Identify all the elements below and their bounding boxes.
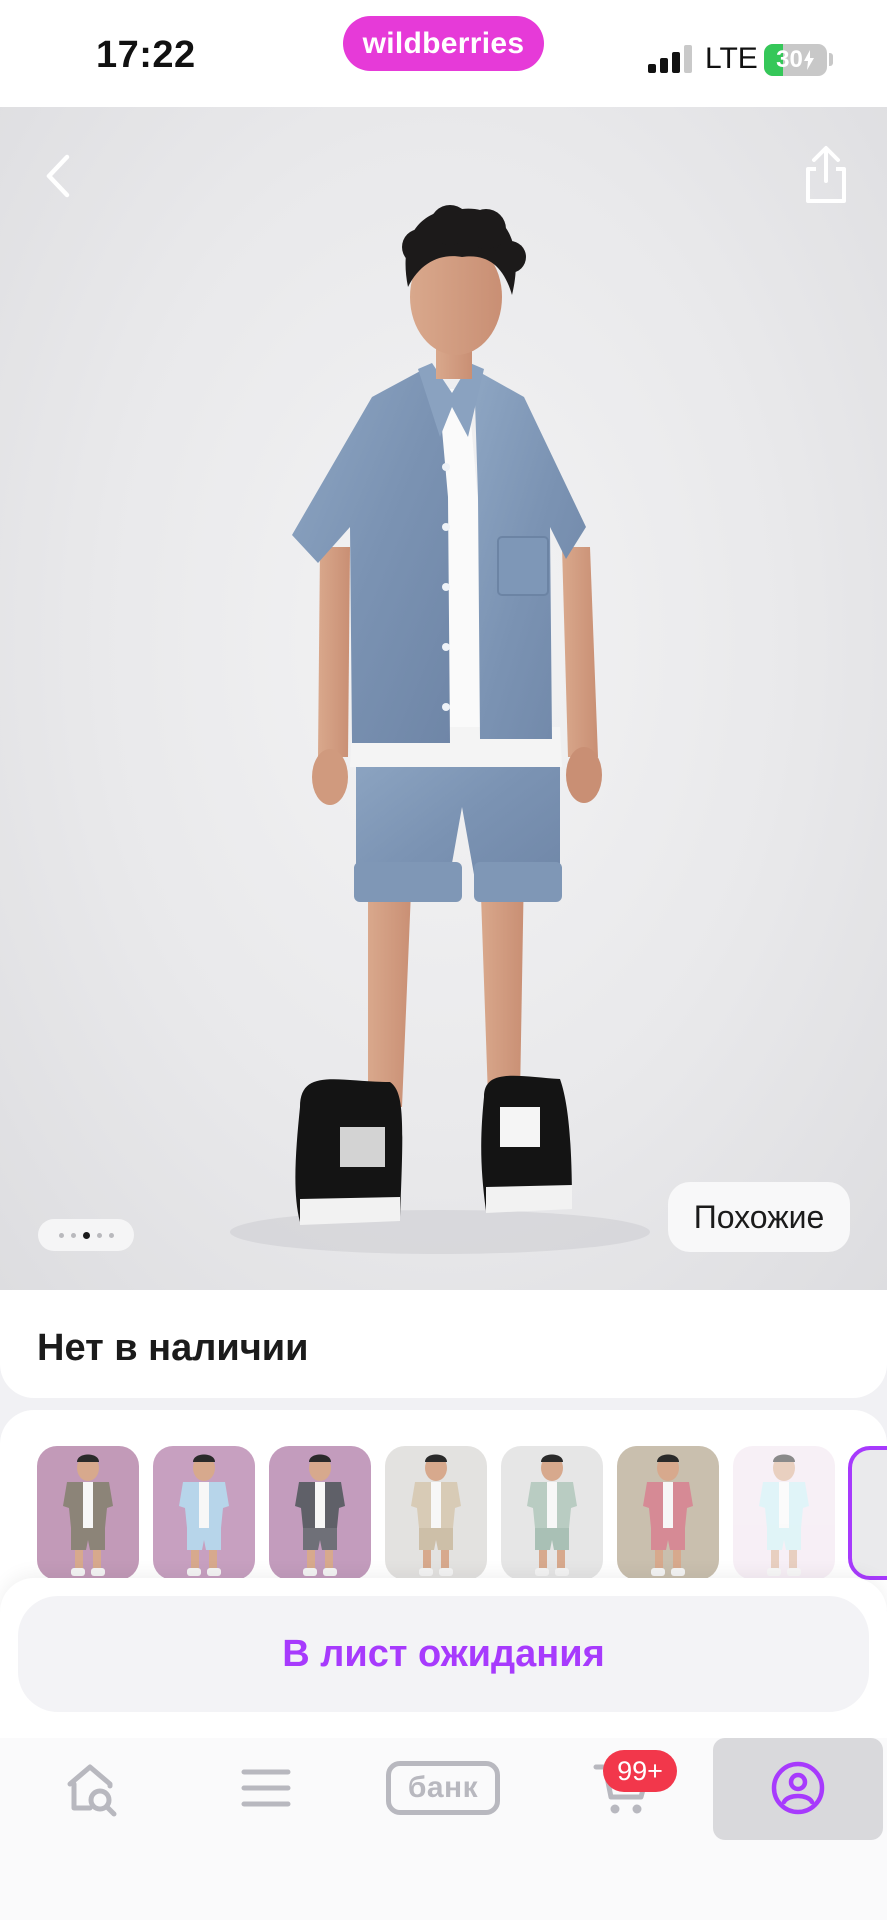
- product-gallery[interactable]: Похожие: [0, 107, 887, 1290]
- chevron-left-icon: [46, 154, 70, 198]
- similar-button[interactable]: Похожие: [668, 1182, 850, 1252]
- availability-status: Нет в наличии: [37, 1327, 309, 1369]
- pagination-dot[interactable]: [58, 1232, 64, 1238]
- nav-profile[interactable]: [758, 1738, 838, 1838]
- variant-thumbnail[interactable]: [617, 1446, 719, 1580]
- nav-home-search[interactable]: [50, 1738, 130, 1838]
- action-panel: В лист ожидания: [0, 1578, 887, 1738]
- variant-thumbnail[interactable]: [153, 1446, 255, 1580]
- battery-icon: 30: [764, 44, 827, 76]
- variant-thumbnail[interactable]: [733, 1446, 835, 1580]
- share-icon: [806, 146, 846, 203]
- variant-selected[interactable]: [848, 1446, 887, 1580]
- back-button[interactable]: [36, 149, 80, 203]
- pagination-dot[interactable]: [70, 1232, 76, 1238]
- variant-thumbnail[interactable]: [501, 1446, 603, 1580]
- charging-bolt-icon: [803, 50, 814, 70]
- pagination-dot[interactable]: [82, 1231, 90, 1239]
- bottom-nav: банк 99+: [0, 1738, 887, 1920]
- status-time: 17:22: [96, 34, 196, 76]
- cart-count-badge: 99+: [603, 1750, 677, 1792]
- home-search-icon: [67, 1764, 117, 1817]
- nav-catalog[interactable]: [226, 1738, 306, 1838]
- bank-label: банк: [386, 1761, 500, 1815]
- nav-bank[interactable]: банк: [383, 1738, 503, 1838]
- gallery-pagination[interactable]: [38, 1219, 134, 1251]
- availability-card: Нет в наличии: [0, 1290, 887, 1398]
- variant-thumbnail[interactable]: [37, 1446, 139, 1580]
- variant-thumbnail[interactable]: [269, 1446, 371, 1580]
- menu-icon: [241, 1769, 291, 1807]
- pagination-dot[interactable]: [96, 1232, 102, 1238]
- battery-cap: [829, 53, 833, 66]
- waitlist-button[interactable]: В лист ожидания: [18, 1596, 869, 1712]
- brand-logo[interactable]: wildberries: [343, 16, 544, 71]
- profile-icon: [771, 1761, 825, 1815]
- status-bar: 17:22 wildberries LTE 30: [0, 0, 887, 107]
- signal-icon: [648, 45, 694, 73]
- network-type: LTE: [705, 42, 758, 75]
- product-photo: [230, 205, 650, 1254]
- share-button[interactable]: [800, 145, 852, 205]
- variant-thumbnail[interactable]: [385, 1446, 487, 1580]
- pagination-dot[interactable]: [108, 1232, 114, 1238]
- battery-level: 30: [764, 44, 827, 76]
